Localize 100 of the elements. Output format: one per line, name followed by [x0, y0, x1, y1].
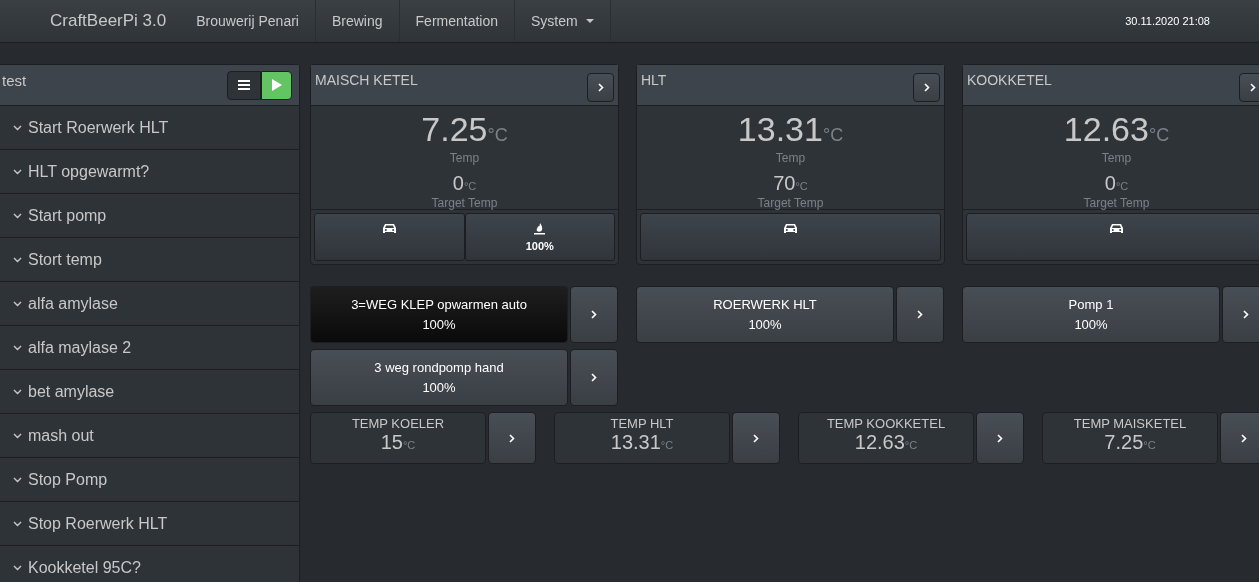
step-item[interactable]: Start pomp: [0, 194, 299, 238]
car-icon: [381, 223, 397, 234]
brand-link[interactable]: CraftBeerPi 3.0: [0, 0, 182, 42]
chevron-down-icon: [13, 476, 22, 483]
chevron-right-icon: [591, 310, 597, 319]
details-button[interactable]: [1239, 72, 1259, 102]
kettle-name: MAISCH KETEL: [315, 71, 418, 88]
target-label: Target Temp: [757, 197, 824, 210]
chevron-right-icon: [1241, 433, 1247, 443]
step-label: alfa amylase: [28, 294, 118, 313]
chevron-right-icon: [591, 373, 597, 382]
date-time: 30.11.2020 21:08: [1125, 14, 1210, 29]
chevron-down-icon: [13, 212, 22, 219]
actor-button[interactable]: 3 weg rondpomp hand 100%: [310, 349, 568, 406]
unit-label: °C: [1148, 124, 1170, 147]
step-item[interactable]: mash out: [0, 414, 299, 458]
sensor-value: 7.25: [1104, 431, 1144, 454]
sensor-value: 12.63: [854, 431, 905, 454]
chevron-down-icon: [13, 300, 22, 307]
sensor-value: 15: [380, 431, 403, 454]
step-label: mash out: [28, 426, 94, 445]
step-item[interactable]: Kookketel 95C?: [0, 546, 299, 582]
step-label: alfa maylase 2: [28, 338, 132, 357]
car-icon: [1109, 223, 1124, 234]
step-list-title: test: [2, 71, 27, 89]
step-label: Start pomp: [28, 206, 107, 225]
temperature-value: 12.63: [1063, 112, 1149, 146]
sensor-name: TEMP HLT: [610, 416, 674, 431]
nav-link[interactable]: System: [515, 0, 611, 42]
target-value: 70: [773, 172, 796, 194]
unit-label: °C: [660, 439, 674, 451]
actor-button[interactable]: ROERWERK HLT 100%: [636, 286, 894, 343]
unit-label: °C: [795, 180, 808, 194]
unit-label: °C: [463, 180, 477, 194]
step-label: Kookketel 95C?: [28, 558, 141, 577]
unit-label: °C: [487, 124, 508, 147]
agitator-button[interactable]: [966, 213, 1259, 261]
chevron-right-icon: [597, 82, 604, 92]
unit-label: °C: [822, 124, 844, 147]
chevron-down-icon: [13, 432, 22, 439]
kettle-name: KOOKKETEL: [967, 71, 1052, 88]
agitator-button[interactable]: [640, 213, 941, 261]
play-icon: [271, 79, 282, 91]
chevron-right-icon: [509, 433, 515, 443]
unit-label: °C: [1115, 180, 1129, 194]
heater-button[interactable]: 100%: [464, 213, 615, 261]
step-item[interactable]: Start Roerwerk HLT: [0, 106, 299, 150]
nav-link[interactable]: Brouwerij Penari: [181, 0, 316, 42]
target-value: 0: [452, 172, 464, 194]
step-item[interactable]: alfa maylase 2: [0, 326, 299, 370]
sensor-name: TEMP MAISKETEL: [1073, 416, 1187, 431]
list-icon: [238, 80, 250, 90]
chevron-down-icon: [13, 520, 22, 527]
step-label: bet amylase: [28, 382, 115, 401]
unit-label: °C: [1143, 439, 1156, 451]
chevron-down-icon: [13, 564, 22, 571]
temperature-label: Temp: [1101, 152, 1132, 165]
temperature-label: Temp: [449, 152, 480, 165]
sensor-name: TEMP KOELER: [351, 416, 445, 431]
chevron-down-icon: [13, 344, 22, 351]
car-icon: [783, 223, 798, 234]
temperature-value: 13.31: [737, 112, 823, 146]
chevron-down-icon: [13, 256, 22, 263]
step-label: HLT opgewarmt?: [28, 162, 150, 181]
unit-label: °C: [904, 439, 918, 451]
step-item[interactable]: Stort temp: [0, 238, 299, 282]
sensor-name: TEMP KOOKKETEL: [826, 416, 946, 431]
target-value: 0: [1104, 172, 1116, 194]
step-item[interactable]: HLT opgewarmt?: [0, 150, 299, 194]
play-button[interactable]: [261, 70, 292, 100]
target-label: Target Temp: [431, 197, 498, 210]
target-label: Target Temp: [1083, 197, 1150, 210]
details-button[interactable]: [913, 72, 940, 102]
chevron-down-icon: [13, 168, 22, 175]
step-label: Start Roerwerk HLT: [28, 118, 169, 137]
caret-icon: [585, 19, 594, 23]
actor-button[interactable]: Pomp 1 100%: [962, 286, 1220, 343]
nav-link[interactable]: Brewing: [315, 0, 400, 42]
sensor-value: 13.31: [610, 431, 661, 454]
chevron-right-icon: [997, 433, 1003, 443]
step-item[interactable]: bet amylase: [0, 370, 299, 414]
temperature-value: 7.25: [421, 112, 488, 146]
nav-link[interactable]: Fermentation: [399, 0, 516, 42]
step-label: Stort temp: [28, 250, 102, 269]
list-button[interactable]: [227, 70, 261, 100]
details-button[interactable]: [587, 72, 614, 102]
chevron-right-icon: [917, 310, 923, 319]
step-label: Stop Roerwerk HLT: [28, 514, 168, 533]
chevron-down-icon: [13, 124, 22, 131]
temperature-label: Temp: [775, 152, 806, 165]
step-item[interactable]: alfa amylase: [0, 282, 299, 326]
step-item[interactable]: Stop Pomp: [0, 458, 299, 502]
chevron-right-icon: [1243, 310, 1249, 319]
chevron-right-icon: [923, 82, 930, 92]
chevron-down-icon: [13, 388, 22, 395]
step-item[interactable]: Stop Roerwerk HLT: [0, 502, 299, 546]
actor-button[interactable]: 3=WEG KLEP opwarmen auto 100%: [310, 286, 568, 343]
chevron-right-icon: [1249, 82, 1256, 92]
flame-icon: [534, 223, 546, 235]
agitator-button[interactable]: [314, 213, 465, 261]
